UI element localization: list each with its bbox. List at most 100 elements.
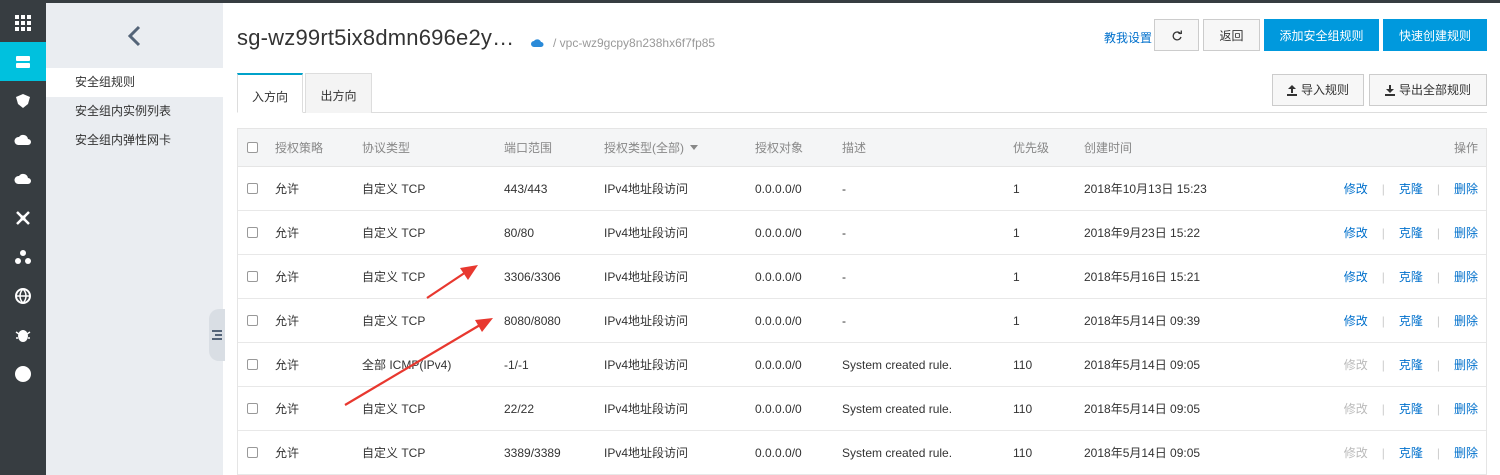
cell-protocol: 自定义 TCP xyxy=(362,446,426,460)
delete-link[interactable]: 删除 xyxy=(1454,444,1478,461)
quick-create-button[interactable]: 快速创建规则 xyxy=(1383,19,1487,51)
bug-icon[interactable] xyxy=(0,315,46,354)
sidebar-item-instance-list[interactable]: 安全组内实例列表 xyxy=(46,97,223,126)
cell-auth-type: IPv4地址段访问 xyxy=(604,270,689,284)
delete-link[interactable]: 删除 xyxy=(1454,268,1478,285)
row-checkbox[interactable] xyxy=(247,359,258,370)
cell-created: 2018年5月14日 09:05 xyxy=(1084,358,1201,372)
header-auth-type-filter[interactable]: 授权类型(全部) xyxy=(604,129,698,166)
clone-link[interactable]: 克隆 xyxy=(1399,180,1423,197)
menu-lines-icon xyxy=(212,330,222,340)
edit-link[interactable]: 修改 xyxy=(1344,268,1368,285)
cell-port: 22/22 xyxy=(504,401,535,416)
tab-outbound[interactable]: 出方向 xyxy=(305,73,372,113)
delete-link[interactable]: 删除 xyxy=(1454,356,1478,373)
row-actions: 修改 | 克隆 | 删除 xyxy=(1344,343,1478,386)
cell-protocol: 自定义 TCP xyxy=(362,402,426,416)
cell-priority: 1 xyxy=(1013,269,1020,284)
cell-created: 2018年9月23日 15:22 xyxy=(1084,226,1201,240)
header-policy: 授权策略 xyxy=(275,141,324,155)
row-checkbox[interactable] xyxy=(247,447,258,458)
separator: | xyxy=(1436,445,1440,460)
row-checkbox[interactable] xyxy=(247,271,258,282)
cell-protocol: 自定义 TCP xyxy=(362,270,426,284)
delete-link[interactable]: 删除 xyxy=(1454,180,1478,197)
clone-link[interactable]: 克隆 xyxy=(1399,312,1423,329)
tab-inbound[interactable]: 入方向 xyxy=(237,73,303,113)
cell-object: 0.0.0.0/0 xyxy=(755,445,802,460)
cloud-upload-icon[interactable] xyxy=(0,120,46,159)
cell-desc: - xyxy=(842,313,846,328)
cell-port: 3306/3306 xyxy=(504,269,561,284)
sidebar-item-elastic-nic[interactable]: 安全组内弹性网卡 xyxy=(46,126,223,155)
separator: | xyxy=(1381,269,1385,284)
select-all-checkbox[interactable] xyxy=(247,142,258,153)
delete-link[interactable]: 删除 xyxy=(1454,400,1478,417)
main-content: sg-wz99rt5ix8dmn696e2y… / vpc-wz9gcpy8n2… xyxy=(223,3,1500,475)
header-created: 创建时间 xyxy=(1084,141,1133,155)
header-auth-type: 授权类型(全部) xyxy=(604,141,684,155)
shield-icon[interactable] xyxy=(0,81,46,120)
row-checkbox[interactable] xyxy=(247,183,258,194)
cell-priority: 110 xyxy=(1013,401,1033,416)
cell-port: 443/443 xyxy=(504,181,548,196)
rules-table: 授权策略 协议类型 端口范围 授权类型(全部) 授权对象 描述 优先级 创建时间… xyxy=(237,128,1487,475)
clone-link[interactable]: 克隆 xyxy=(1399,444,1423,461)
cell-protocol: 全部 ICMP(IPv4) xyxy=(362,358,452,372)
clone-link[interactable]: 克隆 xyxy=(1399,268,1423,285)
separator: | xyxy=(1381,313,1385,328)
edit-link: 修改 xyxy=(1343,358,1368,372)
globe-icon[interactable] xyxy=(0,276,46,315)
caret-down-icon xyxy=(690,145,698,150)
edit-link[interactable]: 修改 xyxy=(1344,312,1368,329)
cell-auth-type: IPv4地址段访问 xyxy=(604,314,689,328)
back-button[interactable]: 返回 xyxy=(1203,19,1260,51)
import-rules-button[interactable]: 导入规则 xyxy=(1272,74,1364,106)
clone-link[interactable]: 克隆 xyxy=(1399,400,1423,417)
table-row: 允许 自定义 TCP 3389/3389 IPv4地址段访问 0.0.0.0/0 Syst… xyxy=(238,431,1486,475)
back-chevron-icon[interactable] xyxy=(46,3,223,68)
separator: | xyxy=(1381,225,1385,240)
edit-link[interactable]: 修改 xyxy=(1344,180,1368,197)
delete-link[interactable]: 删除 xyxy=(1454,312,1478,329)
clone-link[interactable]: 克隆 xyxy=(1399,224,1423,241)
sidebar-item-security-group-rules[interactable]: 安全组规则 xyxy=(46,68,223,97)
cloud-icon xyxy=(531,39,544,47)
delete-link[interactable]: 删除 xyxy=(1454,224,1478,241)
separator: | xyxy=(1381,181,1385,196)
help-link[interactable]: 教我设置 xyxy=(1104,29,1152,46)
vpc-id: / vpc-wz9gcpy8n238hx6f7fp85 xyxy=(553,36,716,50)
row-checkbox[interactable] xyxy=(247,315,258,326)
row-checkbox[interactable] xyxy=(247,403,258,414)
cloud-download-icon[interactable] xyxy=(0,159,46,198)
cell-created: 2018年5月16日 15:21 xyxy=(1084,270,1201,284)
cell-desc: System created rule. xyxy=(842,357,953,372)
header-object: 授权对象 xyxy=(755,141,804,155)
separator: | xyxy=(1436,401,1440,416)
cluster-icon[interactable] xyxy=(0,237,46,276)
row-checkbox[interactable] xyxy=(247,227,258,238)
export-rules-button[interactable]: 导出全部规则 xyxy=(1369,74,1487,106)
clone-link[interactable]: 克隆 xyxy=(1399,356,1423,373)
header-protocol: 协议类型 xyxy=(362,141,411,155)
circle-icon[interactable] xyxy=(0,354,46,393)
grid-icon[interactable] xyxy=(0,3,46,42)
cell-object: 0.0.0.0/0 xyxy=(755,269,802,284)
refresh-button[interactable] xyxy=(1154,19,1199,51)
cell-priority: 110 xyxy=(1013,445,1033,460)
cell-auth-type: IPv4地址段访问 xyxy=(604,402,689,416)
cell-desc: System created rule. xyxy=(842,401,953,416)
page-header: sg-wz99rt5ix8dmn696e2y… / vpc-wz9gcpy8n2… xyxy=(223,3,1500,65)
table-header: 授权策略 协议类型 端口范围 授权类型(全部) 授权对象 描述 优先级 创建时间… xyxy=(238,129,1486,167)
edit-link[interactable]: 修改 xyxy=(1344,224,1368,241)
refresh-icon xyxy=(1172,30,1182,40)
separator: | xyxy=(1381,357,1385,372)
server-icon[interactable] xyxy=(0,42,46,81)
row-actions: 修改 | 克隆 | 删除 xyxy=(1344,431,1478,474)
network-icon[interactable] xyxy=(0,198,46,237)
add-rule-button[interactable]: 添加安全组规则 xyxy=(1264,19,1379,51)
separator: | xyxy=(1436,357,1440,372)
cell-policy: 允许 xyxy=(275,358,300,372)
cell-desc: - xyxy=(842,225,846,240)
cell-policy: 允许 xyxy=(275,182,300,196)
